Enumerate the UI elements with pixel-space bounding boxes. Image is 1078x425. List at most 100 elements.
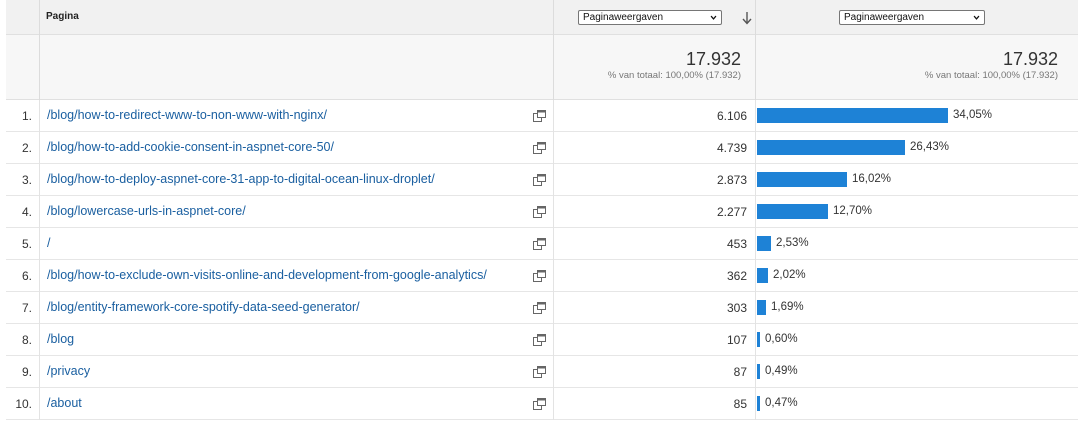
row-divider	[755, 356, 756, 388]
pageviews-value: 87	[733, 365, 747, 379]
share-bar	[757, 268, 768, 283]
table-row: 3. /blog/how-to-deploy-aspnet-core-31-app…	[6, 164, 1078, 196]
row-number: 7.	[21, 301, 32, 315]
table-row: 7. /blog/entity-framework-core-spotify-da…	[6, 292, 1078, 324]
open-in-new-window-icon[interactable]	[533, 302, 546, 314]
share-percentage: 1,69%	[771, 301, 804, 313]
metric-select-1[interactable]: Paginaweergaven	[578, 10, 722, 25]
page-link[interactable]: /blog/lowercase-urls-in-aspnet-core/	[47, 204, 246, 218]
share-percentage: 34,05%	[953, 109, 993, 121]
share-percentage: 0,47%	[765, 397, 798, 409]
open-in-new-window-icon[interactable]	[533, 238, 546, 250]
row-number: 9.	[21, 365, 32, 379]
totals-divider	[39, 35, 40, 100]
open-in-new-window-icon[interactable]	[533, 174, 546, 186]
page-link[interactable]: /blog/how-to-redirect-www-to-non-www-wit…	[47, 108, 327, 122]
row-divider	[755, 388, 756, 420]
page-link[interactable]: /blog/how-to-deploy-aspnet-core-31-app-t…	[47, 172, 435, 186]
total-value-2: 17.932	[1002, 49, 1058, 69]
row-divider	[553, 164, 554, 196]
page-column-title[interactable]: Pagina	[46, 11, 79, 22]
row-divider	[553, 100, 554, 132]
row-divider	[39, 324, 40, 356]
row-divider	[755, 100, 756, 132]
row-divider	[553, 292, 554, 324]
open-in-new-window-icon[interactable]	[533, 398, 546, 410]
row-number: 6.	[21, 269, 32, 283]
page-link[interactable]: /blog	[47, 332, 74, 346]
pageviews-value: 2.277	[716, 205, 747, 219]
page-link[interactable]: /blog/how-to-add-cookie-consent-in-aspne…	[47, 140, 334, 154]
row-number: 10.	[15, 397, 32, 411]
row-divider	[755, 228, 756, 260]
row-divider	[553, 388, 554, 420]
pageviews-value: 107	[726, 333, 747, 347]
row-divider	[755, 260, 756, 292]
share-bar	[757, 172, 847, 187]
row-number: 5.	[21, 237, 32, 251]
share-percentage: 16,02%	[852, 173, 892, 185]
row-divider	[755, 164, 756, 196]
row-number: 4.	[21, 205, 32, 219]
row-divider	[755, 196, 756, 228]
arrow-down-icon[interactable]	[741, 11, 753, 25]
page-link[interactable]: /privacy	[47, 364, 90, 378]
row-divider	[39, 292, 40, 324]
totals-divider	[755, 35, 756, 100]
header-divider	[755, 0, 756, 35]
table-row: 9. /privacy 87 0,49%	[6, 356, 1078, 388]
open-in-new-window-icon[interactable]	[533, 334, 546, 346]
pageviews-value: 6.106	[716, 109, 747, 123]
row-number: 3.	[21, 173, 32, 187]
row-divider	[553, 260, 554, 292]
page-link[interactable]: /about	[47, 396, 82, 410]
header-divider	[553, 0, 554, 35]
pageviews-value: 2.873	[716, 173, 747, 187]
page-link[interactable]: /	[47, 236, 50, 250]
share-percentage: 26,43%	[910, 141, 950, 153]
chevron-down-icon	[973, 15, 980, 20]
pageviews-value: 303	[726, 301, 747, 315]
table-row: 8. /blog 107 0,60%	[6, 324, 1078, 356]
row-divider	[39, 228, 40, 260]
open-in-new-window-icon[interactable]	[533, 366, 546, 378]
table-row: 2. /blog/how-to-add-cookie-consent-in-asp…	[6, 132, 1078, 164]
share-bar	[757, 364, 760, 379]
row-divider	[755, 292, 756, 324]
row-divider	[755, 324, 756, 356]
open-in-new-window-icon[interactable]	[533, 270, 546, 282]
row-divider	[39, 132, 40, 164]
share-bar	[757, 204, 828, 219]
share-bar	[757, 396, 760, 411]
pageviews-value: 453	[726, 237, 747, 251]
table-row: 4. /blog/lowercase-urls-in-aspnet-core/2.…	[6, 196, 1078, 228]
page-link[interactable]: /blog/how-to-exclude-own-visits-online-a…	[47, 268, 487, 282]
open-in-new-window-icon[interactable]	[533, 142, 546, 154]
row-number: 8.	[21, 333, 32, 347]
table-row: 5. / 453 2,53%	[6, 228, 1078, 260]
pageviews-value: 4.739	[716, 141, 747, 155]
total-share-1: % van totaal: 100,00% (17.932)	[607, 70, 741, 81]
metric-select-2[interactable]: Paginaweergaven	[839, 10, 985, 25]
row-divider	[553, 132, 554, 164]
metric-select-1-value: Paginaweergaven	[583, 12, 664, 23]
row-divider	[39, 356, 40, 388]
share-bar	[757, 140, 905, 155]
total-share-2: % van totaal: 100,00% (17.932)	[924, 70, 1058, 81]
share-percentage: 0,49%	[765, 365, 798, 377]
table-header: Pagina Paginaweergaven Paginaweergaven	[6, 0, 1078, 35]
total-value-1: 17.932	[685, 49, 741, 69]
row-number: 1.	[21, 109, 32, 123]
pageviews-value: 362	[726, 269, 747, 283]
table-row: 1. /blog/how-to-redirect-www-to-non-www-w…	[6, 100, 1078, 132]
row-divider	[39, 196, 40, 228]
share-percentage: 2,02%	[773, 269, 806, 281]
open-in-new-window-icon[interactable]	[533, 110, 546, 122]
metric-select-2-value: Paginaweergaven	[844, 12, 925, 23]
header-divider	[39, 0, 40, 35]
chevron-down-icon	[710, 15, 717, 20]
open-in-new-window-icon[interactable]	[533, 206, 546, 218]
share-percentage: 2,53%	[776, 237, 809, 249]
page-link[interactable]: /blog/entity-framework-core-spotify-data…	[47, 300, 360, 314]
table-row: 6. /blog/how-to-exclude-own-visits-online…	[6, 260, 1078, 292]
